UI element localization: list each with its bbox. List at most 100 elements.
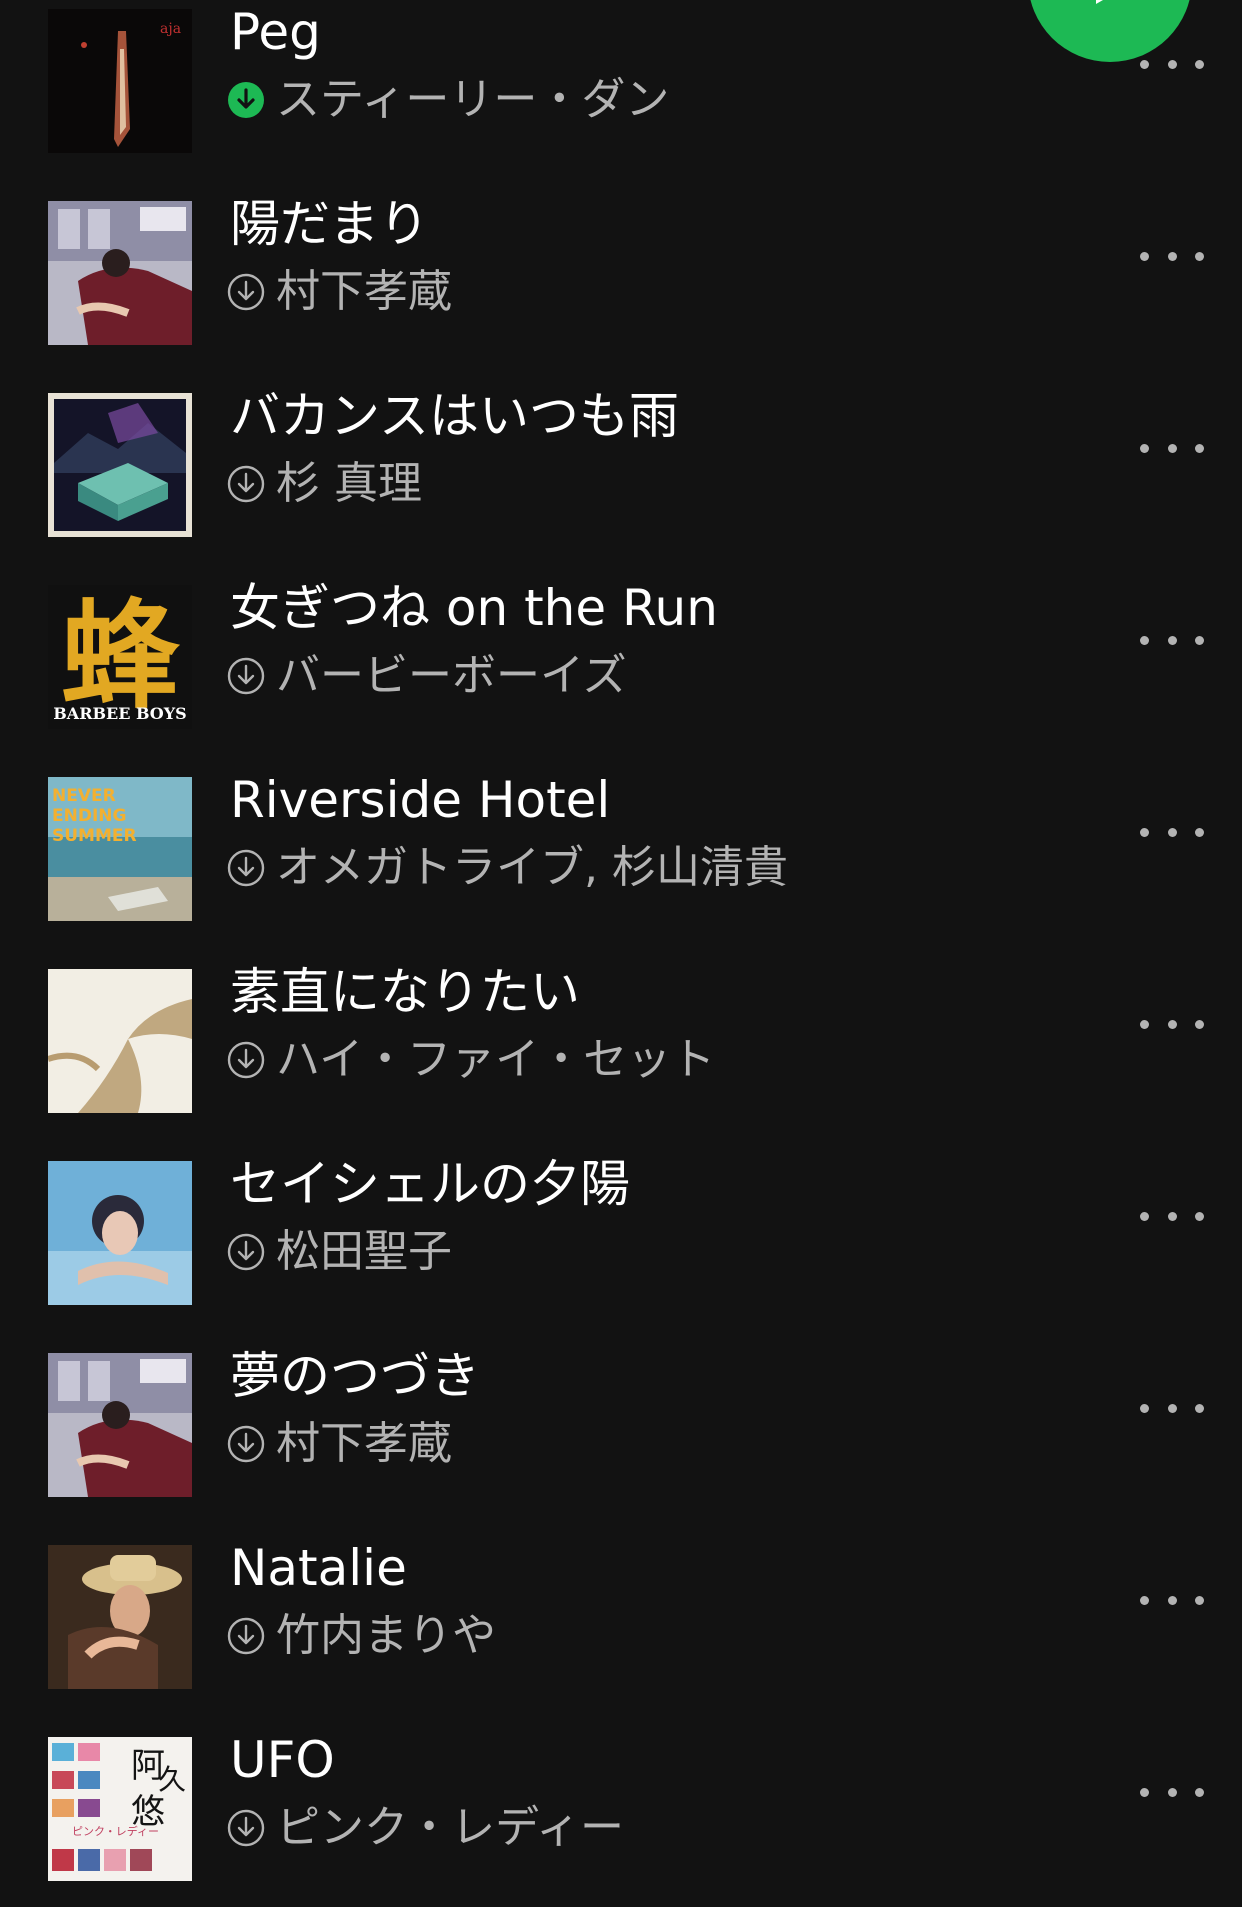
track-title: Riverside Hotel (230, 771, 611, 829)
track-meta: バービーボーイズ (226, 648, 627, 704)
track-meta: 村下孝蔵 (226, 264, 452, 320)
more-options-icon (1140, 251, 1149, 261)
track-title: UFO (230, 1731, 335, 1789)
dot (1195, 1595, 1204, 1605)
dot (1167, 1595, 1177, 1605)
track-row[interactable]: Natalie 竹内まりや (0, 1520, 1242, 1712)
dot (1195, 251, 1204, 261)
download-complete-icon (226, 80, 266, 120)
dot (1195, 635, 1204, 645)
dot (1167, 827, 1177, 837)
dot (1167, 1019, 1177, 1029)
dot (1195, 59, 1204, 69)
track-meta: 杉 真理 (226, 456, 422, 512)
track-title: 素直になりたい (230, 963, 580, 1021)
track-row[interactable]: 陽だまり 村下孝蔵 (0, 176, 1242, 368)
more-options-button[interactable] (1140, 616, 1204, 664)
dot (1167, 251, 1177, 261)
more-options-button[interactable] (1140, 232, 1204, 280)
track-artist: ハイ・ファイ・セット (276, 1034, 716, 1085)
album-art: NEVER ENDING SUMMER (48, 777, 192, 921)
more-options-icon (1140, 635, 1149, 645)
more-options-button[interactable] (1140, 1384, 1204, 1432)
more-options-icon (1140, 1019, 1149, 1029)
track-title: 夢のつづき (230, 1347, 480, 1405)
track-row[interactable]: aja Peg スティーリー・ダン (0, 0, 1242, 176)
track-title: 女ぎつね on the Run (230, 579, 718, 637)
more-options-button[interactable] (1140, 424, 1204, 472)
dot (1167, 1211, 1177, 1221)
track-row[interactable]: 夢のつづき 村下孝蔵 (0, 1328, 1242, 1520)
track-artist: 村下孝蔵 (276, 1418, 452, 1469)
more-options-button[interactable] (1140, 40, 1204, 88)
track-row[interactable]: 阿 久 悠 ピンク・レディー UFO ピンク・レディー (0, 1712, 1242, 1904)
download-icon (226, 272, 266, 312)
album-art (48, 393, 192, 537)
track-row[interactable]: セイシェルの夕陽 松田聖子 (0, 1136, 1242, 1328)
track-meta: 竹内まりや (226, 1608, 496, 1664)
track-artist: 竹内まりや (276, 1610, 496, 1661)
download-icon (226, 1424, 266, 1464)
dot (1167, 1403, 1177, 1413)
track-artist: バービーボーイズ (276, 650, 627, 701)
dot (1167, 443, 1177, 453)
track-meta: 村下孝蔵 (226, 1416, 452, 1472)
more-options-icon (1140, 443, 1149, 453)
more-options-button[interactable] (1140, 1768, 1204, 1816)
track-row[interactable]: 素直になりたい ハイ・ファイ・セット (0, 944, 1242, 1136)
more-options-button[interactable] (1140, 1192, 1204, 1240)
track-title: Natalie (230, 1539, 407, 1597)
dot (1195, 1403, 1204, 1413)
track-row[interactable]: バカンスはいつも雨 杉 真理 (0, 368, 1242, 560)
svg-text:ピンク・レディー: ピンク・レディー (72, 1824, 159, 1838)
more-options-icon (1140, 827, 1149, 837)
download-icon (226, 1616, 266, 1656)
dot (1167, 635, 1177, 645)
more-options-button[interactable] (1140, 1576, 1204, 1624)
download-icon (226, 1808, 266, 1848)
track-artist: 杉 真理 (276, 458, 422, 509)
track-row[interactable]: 蜂 BARBEE BOYS 女ぎつね on the Run バービーボーイズ (0, 560, 1242, 752)
more-options-icon (1140, 1787, 1149, 1797)
track-title: 陽だまり (230, 195, 429, 253)
more-options-button[interactable] (1140, 1000, 1204, 1048)
track-artist: オメガトライブ, 杉山清貴 (276, 842, 788, 893)
track-meta: ハイ・ファイ・セット (226, 1032, 715, 1088)
album-art (48, 1545, 192, 1689)
track-meta: 松田聖子 (226, 1224, 452, 1280)
svg-text:NEVER: NEVER (52, 786, 116, 806)
track-artist: ピンク・レディー (276, 1802, 625, 1853)
dot (1167, 1787, 1177, 1797)
track-artist: スティーリー・ダン (276, 74, 670, 125)
album-cover-text: BARBEE BOYS (53, 704, 186, 723)
album-art: aja (48, 9, 192, 153)
track-meta: スティーリー・ダン (226, 72, 669, 128)
album-art (48, 1161, 192, 1305)
track-meta: ピンク・レディー (226, 1800, 624, 1856)
dot (1195, 1211, 1204, 1221)
more-options-icon (1140, 1403, 1149, 1413)
album-art: 蜂 BARBEE BOYS (48, 585, 192, 729)
album-art: 阿 久 悠 ピンク・レディー (48, 1737, 192, 1881)
dot (1195, 827, 1204, 837)
dot (1167, 59, 1177, 69)
svg-text:ENDING: ENDING (52, 806, 126, 826)
more-options-icon (1140, 1211, 1149, 1221)
download-icon (226, 464, 266, 504)
album-art (48, 969, 192, 1113)
download-icon (226, 848, 266, 888)
more-options-icon (1140, 1595, 1149, 1605)
svg-text:SUMMER: SUMMER (52, 826, 137, 846)
download-icon (226, 1040, 266, 1080)
more-options-button[interactable] (1140, 808, 1204, 856)
download-icon (226, 656, 266, 696)
track-artist: 松田聖子 (276, 1226, 452, 1277)
track-artist: 村下孝蔵 (276, 266, 452, 317)
svg-text:aja: aja (160, 21, 181, 37)
download-icon (226, 1232, 266, 1272)
dot (1195, 443, 1204, 453)
track-list: aja Peg スティーリー・ダン 陽だまり 村下孝蔵 バカンスはいつも雨 杉 … (0, 0, 1242, 1907)
track-title: バカンスはいつも雨 (230, 387, 679, 445)
album-art (48, 1353, 192, 1497)
track-row[interactable]: NEVER ENDING SUMMER Riverside Hotel オメガト… (0, 752, 1242, 944)
